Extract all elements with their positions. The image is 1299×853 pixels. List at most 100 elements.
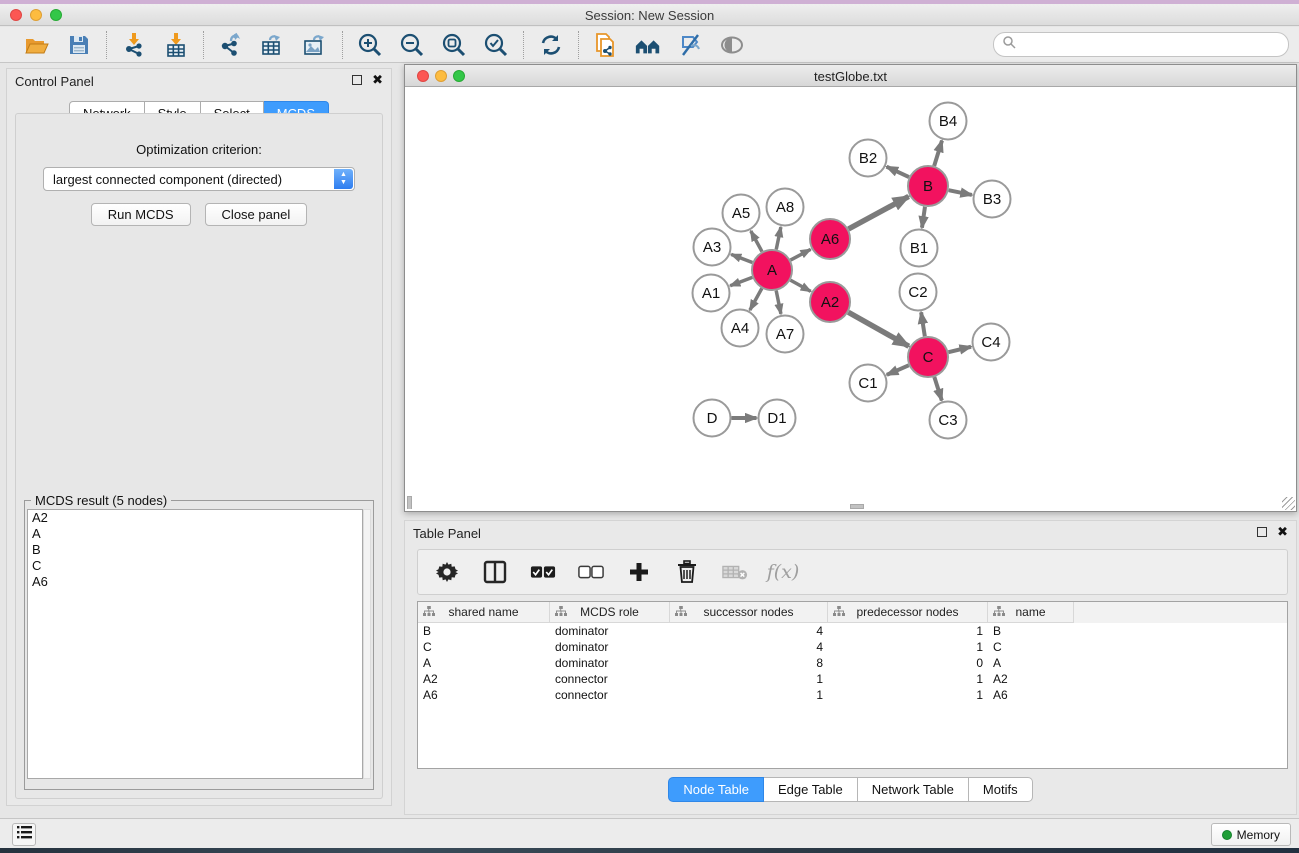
refresh-icon[interactable] <box>537 31 565 59</box>
export-table-icon[interactable] <box>259 31 287 59</box>
column-header-MCDS-role[interactable]: MCDS role <box>550 602 670 623</box>
tab-edge-table[interactable]: Edge Table <box>764 777 858 802</box>
node-B1[interactable]: B1 <box>901 230 938 267</box>
node-A4[interactable]: A4 <box>722 310 759 347</box>
tab-motifs[interactable]: Motifs <box>969 777 1033 802</box>
node-A5[interactable]: A5 <box>723 195 760 232</box>
table-row[interactable]: Cdominator41C <box>418 639 1287 655</box>
task-history-button[interactable] <box>12 823 36 846</box>
node-C2[interactable]: C2 <box>900 274 937 311</box>
table-row[interactable]: A6connector11A6 <box>418 687 1287 703</box>
node-A1[interactable]: A1 <box>693 275 730 312</box>
tab-node-table[interactable]: Node Table <box>668 777 764 802</box>
node-D[interactable]: D <box>694 400 731 437</box>
close-table-panel-icon[interactable]: ✖ <box>1277 527 1288 537</box>
criterion-dropdown[interactable]: largest connected component (directed) ▲… <box>43 167 355 191</box>
edge-A6-B[interactable] <box>848 196 908 229</box>
network-window-titlebar[interactable]: testGlobe.txt <box>405 65 1296 87</box>
edge-A-A8[interactable] <box>776 227 781 249</box>
column-header-name[interactable]: name <box>988 602 1074 623</box>
edge-C-C4[interactable] <box>948 347 971 352</box>
edge-A-A7[interactable] <box>776 291 781 314</box>
vertical-scroll-thumb[interactable] <box>407 496 412 509</box>
result-list-item[interactable]: A <box>28 526 362 542</box>
column-header-shared-name[interactable]: shared name <box>418 602 550 623</box>
duplicate-network-icon[interactable] <box>592 31 620 59</box>
edge-A2-C[interactable] <box>848 312 909 346</box>
import-network-icon[interactable] <box>120 31 148 59</box>
node-C1[interactable]: C1 <box>850 365 887 402</box>
zoom-fit-icon[interactable] <box>440 31 468 59</box>
node-C[interactable]: C <box>908 337 948 377</box>
node-D1[interactable]: D1 <box>759 400 796 437</box>
save-session-icon[interactable] <box>65 31 93 59</box>
import-table-icon[interactable] <box>162 31 190 59</box>
result-list-item[interactable]: B <box>28 542 362 558</box>
open-file-icon[interactable] <box>23 31 51 59</box>
run-mcds-button[interactable]: Run MCDS <box>91 203 191 226</box>
node-A6[interactable]: A6 <box>810 219 850 259</box>
node-B4[interactable]: B4 <box>930 103 967 140</box>
node-A7[interactable]: A7 <box>767 316 804 353</box>
table-row[interactable]: Adominator80A <box>418 655 1287 671</box>
result-scrollbar[interactable] <box>363 509 371 779</box>
zoom-out-icon[interactable] <box>398 31 426 59</box>
node-A[interactable]: A <box>752 250 792 290</box>
node-A3[interactable]: A3 <box>694 229 731 266</box>
hide-details-icon[interactable] <box>676 31 704 59</box>
edge-A-A2[interactable] <box>790 280 810 291</box>
search-box[interactable] <box>993 32 1289 57</box>
deselect-all-icon[interactable] <box>578 559 604 585</box>
result-list-item[interactable]: A2 <box>28 510 362 526</box>
edge-A-A3[interactable] <box>731 254 752 262</box>
delete-column-icon[interactable] <box>674 559 700 585</box>
zoom-selected-icon[interactable] <box>482 31 510 59</box>
zoom-in-icon[interactable] <box>356 31 384 59</box>
tab-network-table[interactable]: Network Table <box>858 777 969 802</box>
result-list-item[interactable]: A6 <box>28 574 362 590</box>
horizontal-scroll-thumb[interactable] <box>850 504 864 509</box>
edge-A-A1[interactable] <box>730 277 752 285</box>
edge-A-A6[interactable] <box>791 249 811 260</box>
result-list-item[interactable]: C <box>28 558 362 574</box>
memory-button[interactable]: Memory <box>1211 823 1291 846</box>
add-column-icon[interactable] <box>626 559 652 585</box>
close-panel-button[interactable]: Close panel <box>205 203 308 226</box>
float-table-panel-icon[interactable] <box>1257 527 1267 537</box>
table-row[interactable]: A2connector11A2 <box>418 671 1287 687</box>
function-builder-icon[interactable]: f(x) <box>770 559 796 585</box>
node-B2[interactable]: B2 <box>850 140 887 177</box>
select-all-icon[interactable] <box>530 559 556 585</box>
column-header-successor-nodes[interactable]: successor nodes <box>670 602 828 623</box>
delete-table-icon[interactable] <box>722 559 748 585</box>
export-network-icon[interactable] <box>217 31 245 59</box>
node-table[interactable]: shared nameMCDS rolesuccessor nodesprede… <box>417 601 1288 769</box>
mcds-result-list[interactable]: A2ABCA6 <box>27 509 363 779</box>
node-B3[interactable]: B3 <box>974 181 1011 218</box>
edge-B-B4[interactable] <box>934 141 942 166</box>
edge-B-B3[interactable] <box>949 190 972 195</box>
network-graph[interactable]: B4 B2 B B3 A5A8A6 A3 B1 A A1 C2 A2 A4A7 C4 C C1 C3 D D1 <box>407 88 1294 509</box>
node-B[interactable]: B <box>908 166 948 206</box>
search-input[interactable] <box>1016 35 1288 55</box>
edge-A-A4[interactable] <box>750 288 762 310</box>
network-canvas[interactable]: B4 B2 B B3 A5A8A6 A3 B1 A A1 C2 A2 A4A7 C4 C C1 C3 D D1 <box>407 88 1294 509</box>
edge-C-C2[interactable] <box>921 312 925 336</box>
edge-A-A5[interactable] <box>751 231 762 252</box>
edge-C-C1[interactable] <box>887 365 909 374</box>
edge-B-B1[interactable] <box>922 207 925 228</box>
node-C3[interactable]: C3 <box>930 402 967 439</box>
first-neighbors-icon[interactable] <box>634 31 662 59</box>
node-A2[interactable]: A2 <box>810 282 850 322</box>
column-header-predecessor-nodes[interactable]: predecessor nodes <box>828 602 988 623</box>
node-A8[interactable]: A8 <box>767 189 804 226</box>
show-details-icon[interactable] <box>718 31 746 59</box>
split-columns-icon[interactable] <box>482 559 508 585</box>
close-panel-icon[interactable]: ✖ <box>372 75 383 85</box>
float-panel-icon[interactable] <box>352 75 362 85</box>
node-C4[interactable]: C4 <box>973 324 1010 361</box>
edge-B-B2[interactable] <box>887 167 909 177</box>
edge-C-C3[interactable] <box>934 377 941 400</box>
table-row[interactable]: Bdominator41B <box>418 623 1287 639</box>
export-image-icon[interactable] <box>301 31 329 59</box>
